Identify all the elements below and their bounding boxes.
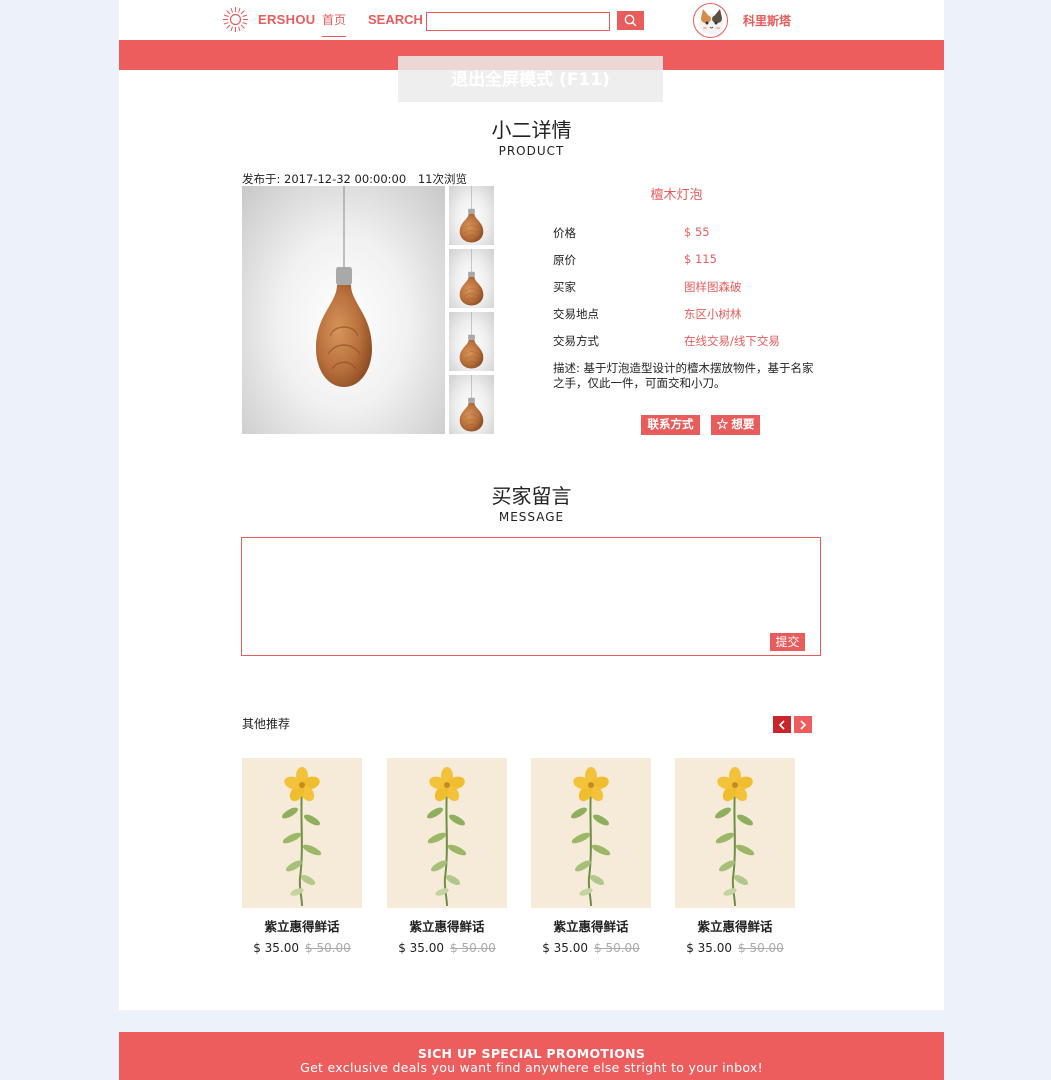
message-textarea[interactable] (241, 537, 821, 656)
carousel-next-button[interactable] (794, 716, 812, 733)
submit-button[interactable]: 提交 (770, 633, 805, 651)
seller-label: 买家 (553, 280, 576, 294)
old-price: $ 50.00 (305, 941, 351, 955)
card-price: $ 35.00 $ 50.00 (387, 941, 507, 955)
current-price: $ 35.00 (253, 941, 299, 955)
trade-method-value: 在线交易/线下交易 (684, 334, 780, 348)
product-main-image[interactable] (242, 186, 445, 434)
card-name[interactable]: 紫立惠得鲜话 (242, 916, 362, 935)
card-name[interactable]: 紫立惠得鲜话 (531, 916, 651, 935)
product-name: 檀木灯泡 (650, 188, 703, 203)
price-value: $ 55 (684, 225, 710, 239)
flower-image[interactable] (242, 758, 362, 908)
message-section-title: 买家留言 (491, 484, 572, 508)
price-label: 价格 (553, 226, 576, 240)
card-price: $ 35.00 $ 50.00 (242, 941, 362, 955)
original-price-label: 原价 (553, 253, 576, 267)
contact-button[interactable]: 联系方式 (641, 415, 700, 435)
location-label: 交易地点 (553, 307, 599, 321)
fullscreen-exit-tip: 退出全屏模式 (F11) (398, 56, 663, 102)
flower-image[interactable] (531, 758, 651, 908)
original-price-value: $ 115 (684, 252, 717, 266)
seller-value[interactable]: 图样图森破 (684, 279, 742, 295)
bulb-image (315, 186, 373, 388)
flower-image[interactable] (387, 758, 507, 908)
location-value: 东区小树林 (684, 307, 742, 321)
page-container: ERSHOU 首页 SEARCH 科里斯塔 退出全屏模式 (F11) 小二详情 … (119, 0, 944, 1010)
publish-date: 发布于: 2017-12-32 00:00:00 (242, 172, 407, 186)
card-name[interactable]: 紫立惠得鲜话 (387, 916, 507, 935)
view-count: 11次浏览 (417, 172, 467, 186)
search-label: SEARCH (368, 12, 423, 27)
username-link[interactable]: 科里斯塔 (743, 12, 791, 29)
search-button[interactable] (617, 11, 644, 30)
promo-footer: SICH UP SPECIAL PROMOTIONS Get exclusive… (119, 1032, 944, 1080)
sun-logo-icon[interactable] (222, 6, 249, 33)
nav-home-link[interactable]: 首页 (322, 11, 347, 37)
search-input[interactable] (426, 12, 610, 31)
recommend-card[interactable]: 紫立惠得鲜话 $ 35.00 $ 50.00 (531, 758, 651, 955)
want-button[interactable]: ☆ 想要 (711, 415, 760, 435)
card-price: $ 35.00 $ 50.00 (675, 941, 795, 955)
product-description: 描述: 基于灯泡造型设计的檀木摆放物件，基于名家之手，仅此一件，可面交和小刀。 (553, 361, 814, 390)
recommend-card[interactable]: 紫立惠得鲜话 $ 35.00 $ 50.00 (675, 758, 795, 955)
old-price: $ 50.00 (450, 941, 496, 955)
product-thumbnail[interactable] (449, 186, 494, 245)
chevron-left-icon (778, 719, 785, 730)
product-thumbnail[interactable] (449, 249, 494, 308)
cat-avatar-icon (699, 9, 724, 34)
search-icon (624, 14, 637, 27)
message-section-subtitle: MESSAGE (498, 510, 565, 524)
logo-text[interactable]: ERSHOU (258, 12, 315, 27)
recommend-card[interactable]: 紫立惠得鲜话 $ 35.00 $ 50.00 (387, 758, 507, 955)
current-price: $ 35.00 (686, 941, 732, 955)
current-price: $ 35.00 (542, 941, 588, 955)
user-avatar[interactable] (693, 3, 728, 38)
product-meta: 发布于: 2017-12-32 00:00:00 11次浏览 (242, 171, 475, 187)
trade-method-label: 交易方式 (553, 334, 599, 348)
carousel-prev-button[interactable] (773, 716, 791, 733)
card-price: $ 35.00 $ 50.00 (531, 941, 651, 955)
promo-text: Get exclusive deals you want find anywhe… (300, 1060, 763, 1075)
recommend-title: 其他推荐 (242, 717, 291, 731)
card-name[interactable]: 紫立惠得鲜话 (675, 916, 795, 935)
product-thumbnail[interactable] (449, 312, 494, 371)
product-thumbnail[interactable] (449, 375, 494, 434)
promo-headline: SICH UP SPECIAL PROMOTIONS (417, 1046, 646, 1061)
chevron-right-icon (800, 719, 807, 730)
product-section-title: 小二详情 (491, 118, 572, 142)
recommend-card[interactable]: 紫立惠得鲜话 $ 35.00 $ 50.00 (242, 758, 362, 955)
product-section-subtitle: PRODUCT (498, 144, 565, 158)
old-price: $ 50.00 (594, 941, 640, 955)
flower-image[interactable] (675, 758, 795, 908)
old-price: $ 50.00 (738, 941, 784, 955)
current-price: $ 35.00 (398, 941, 444, 955)
top-navbar: ERSHOU 首页 SEARCH 科里斯塔 (119, 0, 944, 40)
